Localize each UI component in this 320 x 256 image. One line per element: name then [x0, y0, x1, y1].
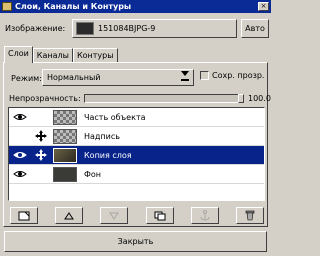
delete-layer-button[interactable]: [235, 207, 264, 224]
link-move-icon[interactable]: [35, 130, 47, 142]
layer-name: Часть объекта: [84, 113, 146, 122]
layer-name: Надпись: [84, 132, 120, 141]
auto-button[interactable]: Авто: [241, 19, 269, 38]
opacity-slider[interactable]: [84, 94, 244, 103]
close-window-button[interactable]: ×: [258, 2, 269, 11]
keep-transparency-label: Сохр. прозр.: [212, 71, 265, 80]
delete-layer-icon: [245, 210, 255, 221]
tab-channels[interactable]: Каналы: [32, 48, 73, 63]
layer-row[interactable]: Фон: [9, 165, 264, 184]
app-icon: [2, 2, 12, 11]
layers-toolbar: [10, 207, 264, 225]
image-dropdown[interactable]: 151084BJPG-9: [72, 19, 237, 38]
raise-layer-button[interactable]: [55, 207, 84, 224]
lower-layer-icon: [109, 212, 120, 220]
mode-dropdown[interactable]: Нормальный: [42, 69, 194, 86]
window-title: Слои, Каналы и Контуры: [15, 2, 132, 11]
close-button[interactable]: Закрыть: [4, 231, 267, 252]
layer-thumbnail: [53, 129, 77, 144]
eye-icon[interactable]: [13, 170, 27, 178]
layer-thumbnail: [53, 148, 77, 163]
anchor-layer-button[interactable]: [190, 207, 219, 224]
tab-paths[interactable]: Контуры: [72, 48, 118, 63]
image-selector-row: Изображение: 151084BJPG-9 Авто: [0, 17, 271, 41]
duplicate-layer-icon: [154, 211, 166, 220]
layer-name: Фон: [84, 170, 102, 179]
tab-bar: Слои Каналы Контуры: [4, 46, 118, 63]
mode-label: Режим:: [11, 74, 42, 83]
link-move-icon[interactable]: [35, 149, 47, 161]
title-bar[interactable]: Слои, Каналы и Контуры ×: [0, 0, 271, 13]
layers-channels-dialog: Слои, Каналы и Контуры × Изображение: 15…: [0, 0, 271, 256]
new-layer-button[interactable]: [10, 207, 38, 224]
keep-transparency-checkbox[interactable]: [200, 71, 209, 80]
image-thumbnail: [76, 22, 94, 35]
opacity-slider-knob[interactable]: [238, 94, 244, 103]
layer-row-selected[interactable]: Копия слоя: [9, 146, 264, 165]
layer-row[interactable]: Часть объекта: [9, 108, 264, 127]
image-label: Изображение:: [5, 24, 66, 33]
layers-panel: Режим: Нормальный Сохр. прозр. Непрозрач…: [3, 62, 271, 227]
layer-thumbnail: [53, 110, 77, 125]
layer-thumbnail: [53, 167, 77, 182]
keep-transparency-option[interactable]: Сохр. прозр.: [200, 71, 264, 80]
opacity-label: Непрозрачность:: [9, 94, 81, 103]
eye-icon[interactable]: [13, 113, 27, 121]
tab-layers[interactable]: Слои: [4, 46, 33, 63]
eye-icon[interactable]: [13, 151, 27, 159]
image-dropdown-value: 151084BJPG-9: [98, 24, 156, 33]
duplicate-layer-button[interactable]: [145, 207, 174, 224]
layers-list: Часть объекта Надпись Копия слоя Фон: [8, 107, 265, 201]
mode-dropdown-value: Нормальный: [47, 73, 101, 82]
chevron-down-icon: [181, 71, 189, 81]
anchor-layer-icon: [200, 210, 210, 221]
opacity-slider-fill: [85, 95, 243, 102]
layer-name: Копия слоя: [84, 151, 132, 160]
lower-layer-button[interactable]: [100, 207, 129, 224]
new-layer-icon: [18, 211, 30, 220]
opacity-value: 100.0: [248, 94, 271, 103]
raise-layer-icon: [64, 211, 75, 219]
layer-row[interactable]: Надпись: [9, 127, 264, 146]
